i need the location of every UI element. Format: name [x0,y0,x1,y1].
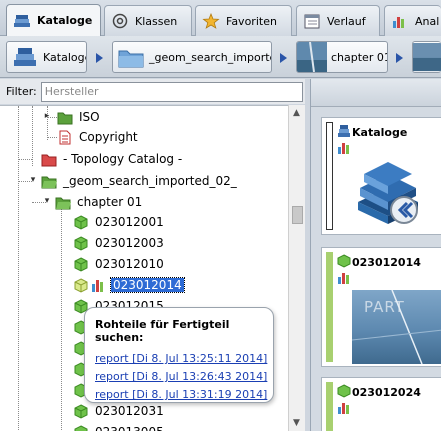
card-title: 023012014 [352,256,421,269]
preview-panel: Kataloge 023012014 PART 023012024 [310,79,441,431]
chart-icon [393,17,404,28]
report-link[interactable]: report [Di 8. Jul 13:26:43 2014] [95,370,273,383]
chart-icon [92,279,103,292]
tree-line [47,137,57,138]
breadcrumb-geom-search[interactable]: _geom_search_importe... [112,41,272,73]
folder-open-icon [41,176,57,188]
preview-card-kataloge[interactable]: Kataloge [321,117,441,235]
collapse-icon[interactable]: ▾ [42,196,52,206]
tab-analyse[interactable]: Anal [384,5,441,36]
books-icon [14,48,36,66]
card-title: 023012024 [352,386,421,399]
cube-icon [74,424,88,431]
tab-bar: Kataloge Klassen Favoriten Verlauf Anal [0,0,441,36]
card-stripe [326,252,333,362]
folder-icon [118,50,144,68]
document-icon [59,130,71,144]
tab-favoriten[interactable]: Favoriten [195,5,292,36]
filter-label: Filter: [6,85,37,98]
image-icon [413,43,441,71]
part-preview-lines [352,290,441,364]
image-icon [297,42,327,72]
breadcrumb: Kataloge _geom_search_importe... chapter… [0,36,441,78]
tree-item-part[interactable]: 023012010 [73,254,164,274]
breadcrumb-separator-icon [96,53,103,63]
collapse-icon[interactable]: ▸ [42,111,52,121]
preview-header [311,79,441,107]
card-stripe [326,122,333,230]
popup-title: Rohteile für Fertigteil suchen: [95,318,230,344]
preview-card-023012024[interactable]: 023012024 [321,377,441,431]
cube-icon [74,277,88,293]
scroll-thumb[interactable] [292,206,303,224]
books-icon [14,14,30,27]
scroll-up-icon[interactable]: ▲ [293,108,300,118]
chart-icon [338,143,349,154]
breadcrumb-separator-icon [396,53,403,63]
scroll-down-icon[interactable]: ▼ [293,418,300,428]
breadcrumb-separator-icon [280,53,287,63]
catalog-books-icon [358,162,418,224]
cube-icon [74,256,88,272]
report-link[interactable]: report [Di 8. Jul 13:25:11 2014] [95,352,273,365]
breadcrumb-kataloge[interactable]: Kataloge [6,41,87,73]
tree-item-iso[interactable]: ISO [57,107,100,127]
cube-icon [74,214,88,230]
breadcrumb-chapter[interactable]: chapter 01 [296,41,388,73]
tree-line [32,106,33,166]
tab-klassen[interactable]: Klassen [104,5,192,36]
tree-item-part[interactable]: 023013005 [73,422,164,431]
chart-icon [338,403,349,414]
card-title: Kataloge [352,126,408,139]
filter-bar: Filter: [0,79,305,104]
at-sign-icon [112,13,128,29]
tree-item-geom-search[interactable]: _geom_search_imported_02_ [41,171,237,191]
cube-icon [337,384,351,398]
breadcrumb-next[interactable] [412,41,441,73]
tree-item-part[interactable]: 023012031 [73,401,164,421]
tree-item-chapter[interactable]: chapter 01 [55,192,142,212]
tree-item-part-selected[interactable]: 023012014 [73,275,185,295]
tree-item-topology-catalog[interactable]: - Topology Catalog - [41,149,182,169]
tree-line [61,208,62,431]
tree-item-part[interactable]: 023012003 [73,233,164,253]
folder-icon [41,154,57,166]
cube-icon [337,254,351,268]
chart-icon [338,273,349,284]
card-stripe [326,382,333,431]
preview-card-023012014[interactable]: 023012014 PART [321,247,441,367]
folder-open-icon [55,197,71,209]
tree-scrollbar[interactable]: ▲ ▼ [288,105,305,431]
calendar-icon [304,14,320,29]
cube-icon [74,403,88,419]
books-icon [338,125,350,137]
part-preview-image: PART [352,290,441,364]
folder-icon [57,112,73,124]
tab-verlauf[interactable]: Verlauf [296,5,380,36]
cube-icon [74,235,88,251]
tab-kataloge[interactable]: Kataloge [6,4,101,36]
filter-input[interactable] [40,81,303,102]
tree-item-copyright[interactable]: Copyright [57,127,138,147]
star-icon [202,13,220,29]
rohteile-popup: Rohteile für Fertigteil suchen: report [… [84,307,274,403]
tree-item-part[interactable]: 023012001 [73,212,164,232]
report-link[interactable]: report [Di 8. Jul 13:31:19 2014] [95,388,273,401]
tree-line [18,106,19,431]
collapse-icon[interactable]: ▾ [28,175,38,185]
tree-line [18,159,32,160]
